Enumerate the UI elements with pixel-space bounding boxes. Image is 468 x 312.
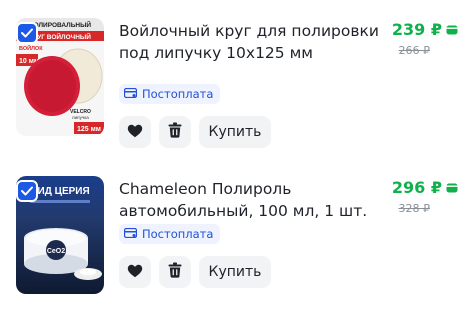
favorite-button[interactable] — [119, 256, 151, 288]
delete-button[interactable] — [159, 116, 191, 148]
trash-icon — [168, 122, 182, 142]
cart-item: ПОЛИРОВАЛЬНЫЙ КРУГ ВОЙЛОЧНЫЙ ВОЙЛОК 10 м… — [0, 10, 468, 160]
trash-icon — [168, 262, 182, 282]
wallet-icon — [446, 20, 458, 39]
image-text-velcro-sub: липучка — [72, 115, 89, 120]
price-value: 296 ₽ — [391, 178, 442, 197]
product-title[interactable]: Chameleon Полироль автомобильный, 100 мл… — [119, 178, 381, 222]
price: 239 ₽ — [392, 20, 458, 39]
heart-icon — [127, 123, 143, 142]
image-text-top1: ПОЛИРОВАЛЬНЫЙ — [29, 20, 92, 29]
price: 296 ₽ — [392, 178, 458, 197]
image-text-jar-label: CeO2 — [47, 248, 65, 255]
checkbox-checked-icon[interactable] — [16, 180, 38, 202]
favorite-button[interactable] — [119, 116, 151, 148]
image-text-banner: СИД ЦЕРИЯ — [30, 186, 89, 197]
product-title[interactable]: Войлочный круг для полировки под липучку… — [119, 20, 381, 64]
postpay-card-icon — [123, 87, 138, 101]
old-price: 266 ₽ — [398, 44, 431, 57]
old-price: 328 ₽ — [398, 202, 431, 215]
checkbox-checked-icon[interactable] — [16, 22, 38, 44]
cart-item: СИД ЦЕРИЯ CeO2 Chameleon Полироль автомо… — [0, 168, 468, 312]
delete-button[interactable] — [159, 256, 191, 288]
postpay-label: Постоплата — [142, 87, 214, 101]
wallet-icon — [446, 178, 458, 197]
image-text-top2: КРУГ ВОЙЛОЧНЫЙ — [29, 32, 91, 41]
buy-button[interactable]: Купить — [199, 256, 271, 288]
buy-button[interactable]: Купить — [199, 116, 271, 148]
heart-icon — [127, 263, 143, 282]
postpay-badge: Постоплата — [119, 224, 221, 244]
postpay-label: Постоплата — [142, 227, 214, 241]
image-text-side: ВОЙЛОК — [19, 44, 43, 52]
price-value: 239 ₽ — [391, 20, 442, 39]
image-text-size: 125 мм — [77, 126, 101, 133]
postpay-badge: Постоплата — [119, 84, 221, 104]
postpay-card-icon — [123, 227, 138, 241]
